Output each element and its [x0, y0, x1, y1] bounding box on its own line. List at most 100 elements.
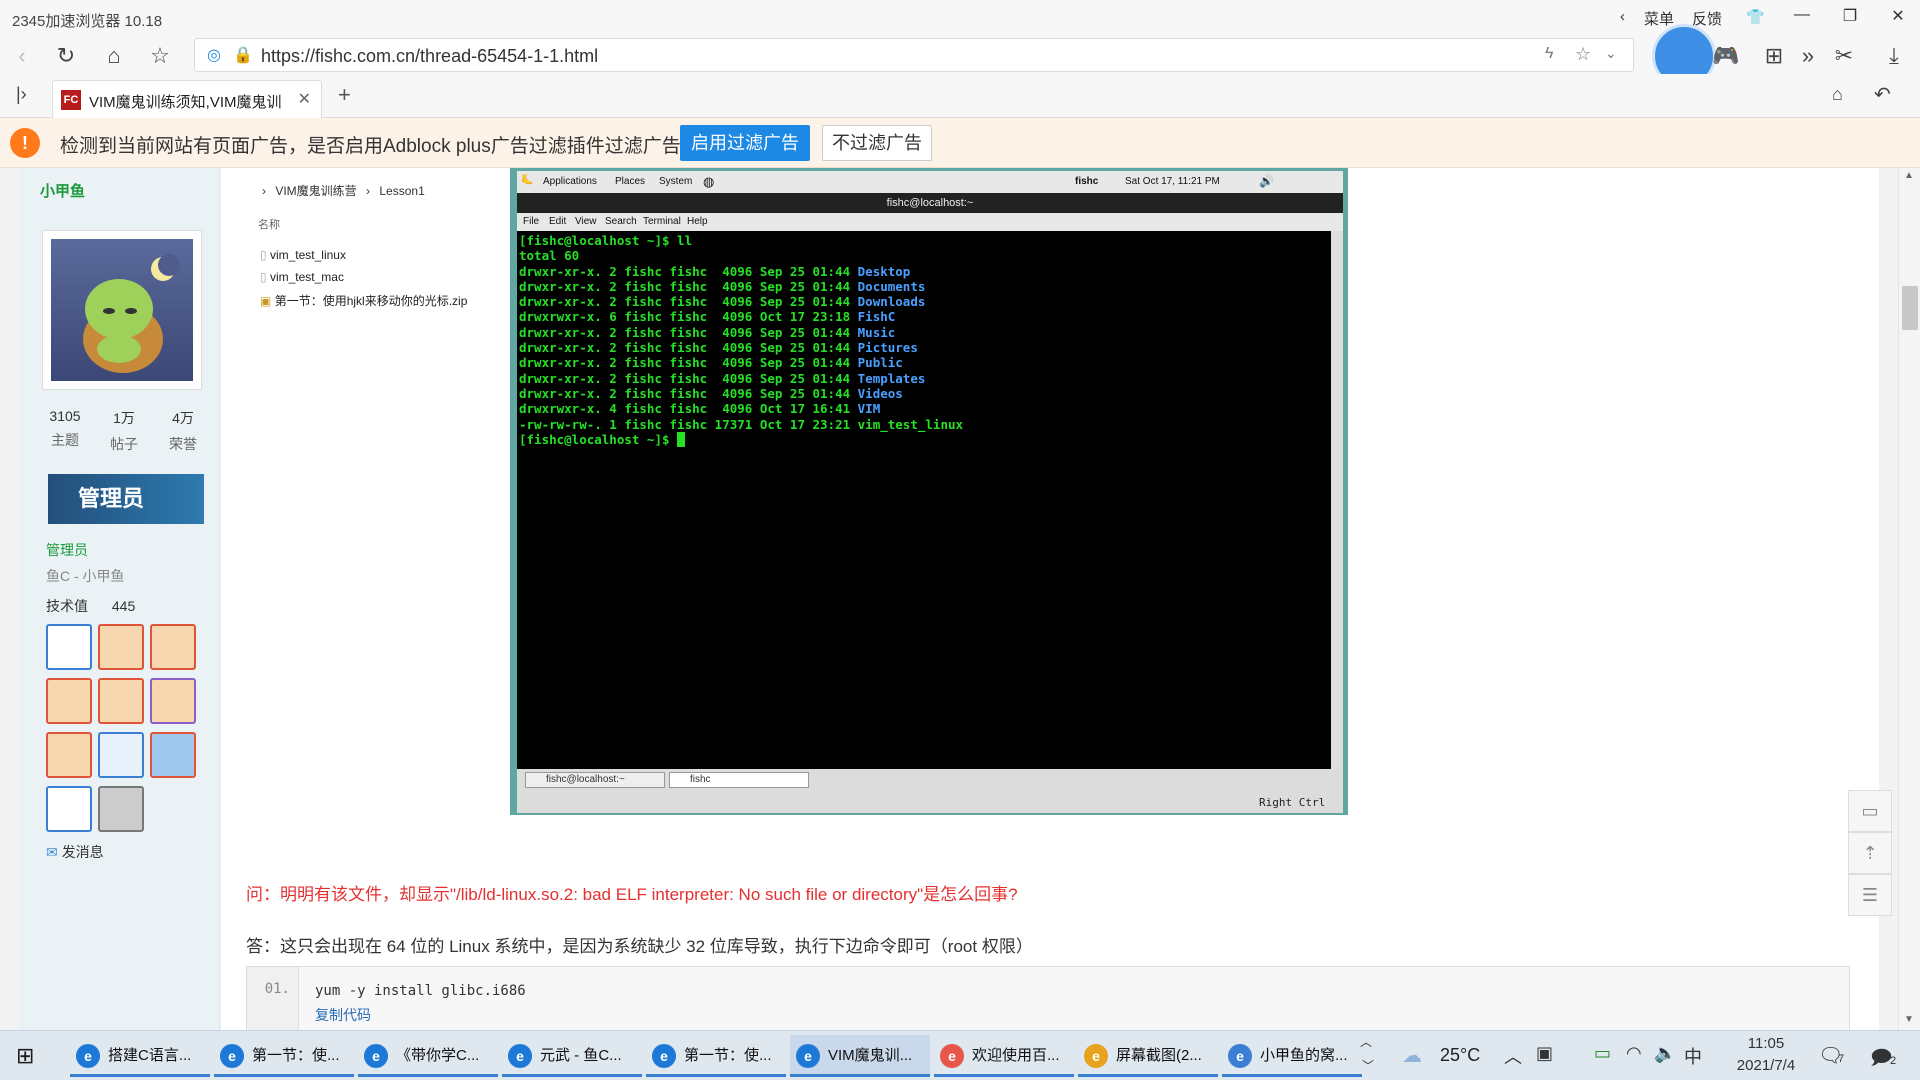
tray-chevron-icon[interactable]: ︿ — [1504, 1043, 1522, 1069]
restore-button[interactable]: ❐ — [1830, 6, 1870, 30]
enable-adblock-button[interactable]: 启用过滤广告 — [680, 125, 810, 161]
terminal-scrollbar — [1331, 231, 1343, 771]
page-scrollbar[interactable]: ▲ ▼ — [1898, 168, 1920, 1030]
medal-bulb-icon[interactable] — [150, 624, 196, 670]
menu-button[interactable]: 菜单 — [1644, 8, 1674, 29]
medal-pen-icon[interactable] — [98, 678, 144, 724]
medal-network-icon[interactable] — [46, 678, 92, 724]
author-name[interactable]: 小甲鱼 — [40, 180, 85, 201]
column-header-name: 名称 — [258, 219, 280, 231]
running-indicator — [502, 1074, 642, 1077]
windows-taskbar: ⊞ e 搭建C语言... e 第一节：使... e 《带你学C... e 元武 - 鱼C...… — [0, 1030, 1920, 1080]
stat-topics[interactable]: 3105 主题 — [36, 408, 94, 450]
avatar[interactable] — [42, 230, 202, 390]
send-message-link[interactable]: ✉ 发消息 — [46, 842, 104, 862]
wifi-icon[interactable]: ◠ — [1626, 1043, 1642, 1064]
taskbar-app-button[interactable]: e 欢迎使用百... — [934, 1035, 1074, 1077]
close-button[interactable]: ✕ — [1878, 6, 1918, 30]
minimize-button[interactable]: — — [1782, 6, 1822, 30]
terminal-line: -rw-rw-rw-. 1 fishc fishc 17371 Oct 17 2… — [519, 417, 1329, 432]
terminal-output: [fishc@localhost ~]$ ll total 60 drwxr-xr-… — [517, 231, 1331, 771]
terminal-menu-item: Search — [605, 216, 637, 227]
taskbar-app-button[interactable]: e 第一节：使... — [214, 1035, 354, 1077]
comment-icon[interactable]: ▭ — [1848, 790, 1892, 832]
medal-head-icon[interactable] — [150, 678, 196, 724]
notification-icon[interactable]: 🗩 — [1870, 1043, 1892, 1077]
scroll-up-icon[interactable]: ▲ — [1904, 170, 1914, 181]
terminal-line: drwxrwxr-x. 6 fishc fishc 4096 Oct 17 23… — [519, 309, 1329, 324]
windows-start-icon[interactable]: ⊞ — [16, 1043, 34, 1069]
code-line-number: 01. — [247, 967, 299, 1030]
medal-chart-icon[interactable] — [46, 624, 92, 670]
list-icon[interactable]: ☰ — [1848, 874, 1892, 916]
clock-date[interactable]: 2021/7/4 — [1726, 1057, 1806, 1074]
skip-adblock-button[interactable]: 不过滤广告 — [822, 125, 932, 161]
running-indicator — [214, 1074, 354, 1077]
medal-chat-icon[interactable] — [98, 732, 144, 778]
tech-value-row: 技术值 445 — [46, 596, 135, 616]
address-bar[interactable]: ◎ 🔒 https://fishc.com.cn/thread-65454-1-… — [194, 38, 1634, 72]
home-icon[interactable]: ⌂ — [100, 42, 128, 70]
refresh-icon[interactable]: ↻ — [52, 42, 80, 70]
undo-icon[interactable]: ↶ — [1874, 82, 1891, 107]
battery-icon[interactable]: ▭ — [1594, 1043, 1611, 1064]
clock-time[interactable]: 11:05 — [1736, 1035, 1796, 1052]
taskbar-app-button[interactable]: e 元武 - 鱼C... — [502, 1035, 642, 1077]
chevron-left-icon[interactable]: ‹ — [1620, 8, 1625, 25]
favorite-star-icon[interactable]: ☆ — [1575, 44, 1591, 65]
stat-posts[interactable]: 1万 帖子 — [95, 408, 153, 454]
running-indicator — [358, 1074, 498, 1077]
terminal-line: drwxr-xr-x. 2 fishc fishc 4096 Sep 25 01… — [519, 294, 1329, 309]
bookmark-star-icon[interactable]: ☆ — [146, 42, 174, 70]
code-text[interactable]: yum -y install glibc.i686 — [315, 983, 526, 999]
taskbar-app-button[interactable]: e 小甲鱼的窝... — [1222, 1035, 1362, 1077]
chevron-down-icon[interactable]: ⌄ — [1605, 45, 1617, 62]
vm-task-folder: fishc — [669, 772, 809, 788]
ime-indicator[interactable]: 中 — [1684, 1043, 1702, 1069]
taskbar-app-button[interactable]: e 屏幕截图(2... — [1078, 1035, 1218, 1077]
medal-egg-icon[interactable] — [46, 732, 92, 778]
taskbar-app-button[interactable]: e 《带你学C... — [358, 1035, 498, 1077]
copy-code-link[interactable]: 复制代码 — [315, 1005, 371, 1025]
running-indicator — [934, 1074, 1074, 1077]
weather-temp[interactable]: 25°C — [1440, 1045, 1480, 1066]
medal-clock-icon[interactable] — [46, 786, 92, 832]
chevron-right-icon: › — [262, 184, 266, 198]
sidebar-toggle-icon[interactable]: |› — [16, 84, 27, 105]
medal-tank-icon[interactable] — [98, 786, 144, 832]
weather-cloud-icon[interactable]: ☁ — [1402, 1043, 1422, 1068]
app-icon: e — [220, 1044, 244, 1068]
running-indicator — [790, 1074, 930, 1077]
tray-down-icon[interactable]: ﹀ — [1362, 1057, 1374, 1074]
stat-label: 主题 — [51, 432, 79, 448]
taskbar-app-button[interactable]: e VIM魔鬼训... — [790, 1035, 930, 1077]
tab-active[interactable]: FC VIM魔鬼训练须知,VIM魔鬼训 ✕ — [52, 80, 322, 118]
scroll-down-icon[interactable]: ▼ — [1904, 1014, 1914, 1025]
download-icon[interactable]: ⤓ — [1880, 42, 1908, 70]
more-chevrons-icon[interactable]: » — [1794, 42, 1822, 70]
medal-1-icon[interactable] — [98, 624, 144, 670]
back-to-top-icon[interactable]: ⇡ — [1848, 832, 1892, 874]
new-tab-icon[interactable]: + — [338, 82, 351, 108]
medal-pacman-icon[interactable] — [150, 732, 196, 778]
web-page: 小甲鱼 3105 主题 1万 帖子 4万 荣誉 管理员 管理员 鱼C - 小甲鱼… — [0, 168, 1920, 1030]
envelope-icon: ✉ — [46, 844, 58, 860]
url-text[interactable]: https://fishc.com.cn/thread-65454-1-1.ht… — [261, 46, 598, 67]
tray-screen-icon[interactable]: ▣ — [1536, 1043, 1553, 1064]
tab-close-icon[interactable]: ✕ — [298, 89, 311, 109]
taskbar-app-button[interactable]: e 第一节：使... — [646, 1035, 786, 1077]
stat-honor[interactable]: 4万 荣誉 — [154, 408, 212, 454]
tray-up-icon[interactable]: ︿ — [1360, 1033, 1372, 1050]
volume-icon[interactable]: 🔈 — [1654, 1043, 1676, 1064]
lightning-icon[interactable]: ϟ — [1545, 45, 1553, 63]
role-link[interactable]: 管理员 — [46, 540, 88, 560]
cleanup-icon[interactable]: ⌂ — [1832, 84, 1843, 105]
shirt-icon[interactable]: 👕 — [1746, 8, 1765, 26]
apps-grid-icon[interactable]: ⊞ — [1760, 42, 1788, 70]
scissors-icon[interactable]: ✂ — [1830, 42, 1858, 70]
taskbar-app-button[interactable]: e 搭建C语言... — [70, 1035, 210, 1077]
file-item: ▯ vim_test_linux — [260, 248, 346, 262]
back-icon[interactable]: ‹ — [8, 42, 36, 70]
game-icon[interactable]: 🎮 — [1712, 42, 1740, 70]
scroll-thumb[interactable] — [1902, 286, 1918, 330]
